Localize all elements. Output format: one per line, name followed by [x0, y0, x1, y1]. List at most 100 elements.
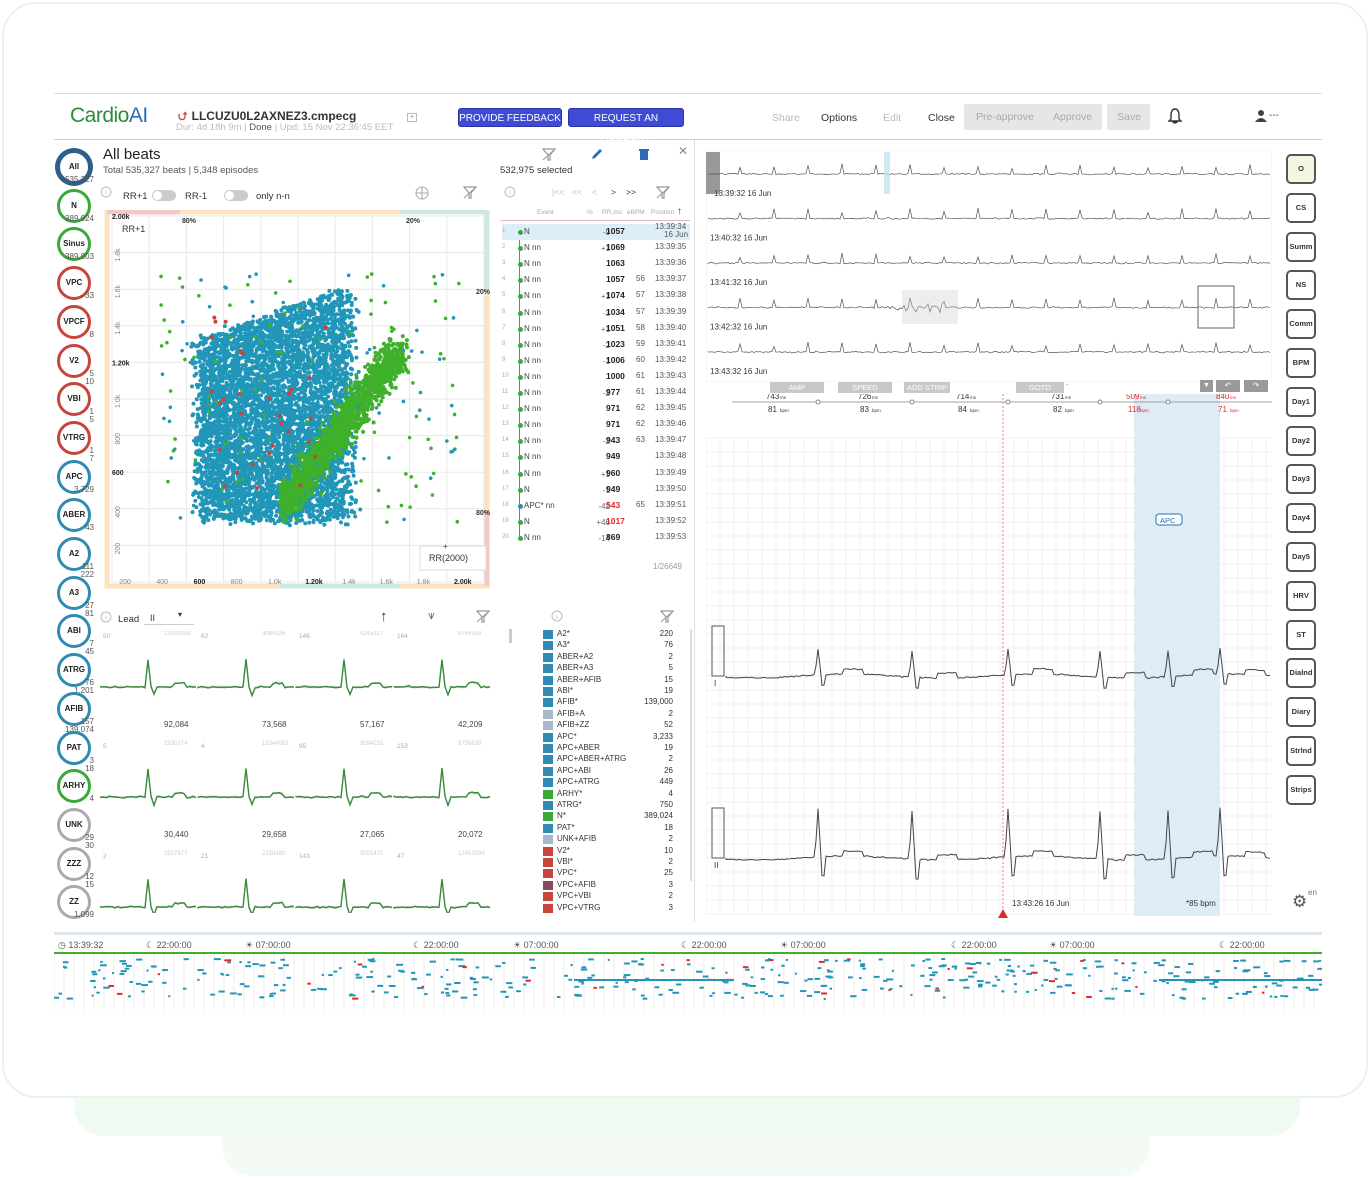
gear-icon[interactable]: ⚙ [1292, 892, 1307, 912]
badge-v2[interactable]: V2 5 10 [57, 343, 94, 386]
bell-icon[interactable] [1168, 108, 1182, 124]
goto-input[interactable]: - [1066, 380, 1069, 389]
pencil-icon[interactable] [590, 147, 604, 161]
ecg-detail-view[interactable]: 743 ms81 bpm726 ms83 bpm714 ms84 bpm731 ms82 bpm… [706, 394, 1272, 922]
badge-atrg[interactable]: ATRG 76 1,201 [57, 653, 94, 695]
event-row[interactable]: 5N nn +1 1074 57 13:39:38 [502, 288, 690, 304]
approve-button[interactable]: Approve [1053, 111, 1092, 123]
event-row[interactable]: 13 N nn 971 62 13:39:46 [502, 417, 690, 433]
side-button-st[interactable]: ST [1286, 619, 1316, 650]
badge-afib[interactable]: AFIB 157 139,074 [57, 691, 94, 734]
nav-next-button[interactable]: > [611, 187, 616, 197]
badge-vbi[interactable]: VBI 1 5 [57, 382, 94, 424]
badge-apc[interactable]: APC 3,729 [57, 459, 94, 494]
side-button-bpm[interactable]: BPM [1286, 348, 1316, 378]
legend-item[interactable]: VPC* 25 [543, 868, 673, 879]
event-row[interactable]: 3 N nn 1063 13:39:36 [502, 256, 690, 272]
legend-item[interactable]: V2* 10 [543, 846, 673, 857]
badge-arhy[interactable]: ARHY 4 [57, 769, 94, 804]
event-row[interactable]: 19 N +46 1017 13:39:52 [502, 514, 690, 530]
badge-vpcf[interactable]: VPCF 8 [57, 304, 94, 339]
legend-item[interactable]: PAT* 18 [543, 823, 673, 834]
share-button[interactable]: Share [772, 112, 800, 124]
filter-off-icon-3[interactable] [656, 186, 670, 199]
badge-n[interactable]: N 389,024 [57, 188, 94, 223]
legend-item[interactable]: VPC+VBI 2 [543, 891, 673, 902]
ecg-overview-strips[interactable]: 13:39:32 16 Jun 13:40:32 16 Jun 13:41:32 1… [706, 150, 1272, 382]
event-row[interactable]: 18 APC* nn -42 543 65 13:39:51 [502, 498, 690, 514]
goto-tab[interactable]: GOTO [1016, 382, 1064, 393]
nav-prev-button[interactable]: < [592, 187, 597, 197]
col-position[interactable]: Position [651, 209, 674, 216]
scrollbar[interactable] [509, 629, 512, 643]
filter-off-icon[interactable] [542, 148, 556, 161]
legend-item[interactable]: AFIB+ZZ 52 [543, 720, 673, 731]
nav-first-button[interactable]: |<< [552, 187, 564, 197]
side-button-strips[interactable]: Strips [1286, 774, 1316, 805]
legend-scrollbar[interactable] [690, 629, 692, 881]
legend-item[interactable]: ABER+A3 5 [543, 663, 673, 674]
event-row[interactable]: 1 N -9 1057 13:39:34 16 Jun [502, 222, 690, 240]
sort-up-icon[interactable]: ↑ [677, 206, 682, 217]
trash-icon[interactable] [638, 147, 650, 161]
filter-off-icon-5[interactable] [660, 610, 674, 623]
legend-item[interactable]: ABER+A2 2 [543, 652, 673, 663]
event-row[interactable]: 12 N nn 971 62 13:39:45 [502, 401, 690, 417]
event-row[interactable]: 16 N nn +1 960 13:39:49 [502, 466, 690, 482]
side-button-comm[interactable]: Comm [1286, 309, 1316, 340]
event-row[interactable]: 7N nn +1 1051 58 13:39:40 [502, 321, 690, 337]
arrow-up-icon[interactable]: ↑ [380, 608, 388, 625]
side-button-dialnd[interactable]: Dialnd [1286, 658, 1316, 689]
filter-off-icon-2[interactable] [463, 186, 477, 199]
side-button-day4[interactable]: Day4 [1286, 503, 1316, 534]
provide-feedback-button[interactable]: PROVIDE FEEDBACK [458, 108, 562, 127]
side-button-day1[interactable]: Day1 [1286, 386, 1316, 417]
side-button-diary[interactable]: Diary [1286, 697, 1316, 728]
user-icon[interactable] [1255, 109, 1267, 122]
badge-aber[interactable]: ABER 43 [57, 498, 94, 533]
filter-off-icon-4[interactable] [476, 610, 490, 623]
legend-item[interactable]: ATRG* 750 [543, 800, 673, 811]
col-pct[interactable]: -% [585, 209, 593, 216]
col-event[interactable]: Event [537, 209, 554, 216]
close-icon[interactable]: ✕ [678, 144, 688, 158]
request-account-button[interactable]: REQUEST AN ACCOUNT [568, 108, 684, 143]
legend-item[interactable]: APC+ABER+ATRG 2 [543, 754, 673, 765]
legend-item[interactable]: ABER+AFIB 15 [543, 675, 673, 686]
legend-item[interactable]: VBI* 2 [543, 857, 673, 868]
side-button-hrv[interactable]: HRV [1286, 580, 1316, 611]
event-row[interactable]: 15 N nn 949 13:39:48 [502, 449, 690, 465]
event-row[interactable]: 2N nn +1 1069 13:39:35 [502, 240, 690, 256]
side-button-day3[interactable]: Day3 [1286, 464, 1316, 495]
side-button-ns[interactable]: NS [1286, 270, 1316, 301]
col-bpm[interactable]: eBPM [627, 209, 645, 216]
merge-icon[interactable]: ⩛ [428, 608, 435, 623]
badge-zz[interactable]: ZZ 1,099 [57, 885, 94, 920]
badge-vpc[interactable]: VPC 33 [57, 266, 94, 301]
legend-item[interactable]: UNK+AFIB 2 [543, 834, 673, 845]
event-row[interactable]: 10 N nn 1000 61 13:39:43 [502, 369, 690, 385]
language-label[interactable]: en [1308, 888, 1317, 897]
dropdown-icon[interactable]: ▼ [1200, 380, 1213, 392]
info-icon-2[interactable]: i [504, 186, 516, 198]
side-button-day5[interactable]: Day5 [1286, 542, 1316, 572]
rr-scatter-plot[interactable]: 2.00k 1.8k 1.6k 1.4k 1.20k 1.0k 800 600 400 200 20… [100, 210, 492, 596]
side-button-o[interactable]: O [1286, 154, 1316, 184]
legend-item[interactable]: AFIB+A 2 [543, 709, 673, 720]
badge-a3[interactable]: A3 27 81 [57, 575, 94, 618]
badge-all[interactable]: All 535,327 [57, 150, 94, 184]
close-button[interactable]: Close [928, 112, 955, 124]
add-strip-tab[interactable]: ADD STRIP [904, 382, 950, 393]
legend-item[interactable]: APC+ABER 19 [543, 743, 673, 754]
event-row[interactable]: 11 N nn -2 977 61 13:39:44 [502, 385, 690, 401]
badge-sinus[interactable]: Sinus 389,803 [57, 227, 94, 262]
badge-unk[interactable]: UNK 29 30 [57, 807, 94, 850]
options-button[interactable]: Options [821, 112, 857, 124]
badge-vtrg[interactable]: VTRG 1 7 [57, 420, 94, 463]
legend-item[interactable]: N* 389,024 [543, 811, 673, 822]
event-row[interactable]: 17 N -1 949 13:39:50 [502, 482, 690, 498]
lead-select[interactable]: II ▾ [144, 608, 194, 625]
badge-pat[interactable]: PAT 3 18 [57, 730, 94, 773]
rr-toggle[interactable] [152, 190, 176, 201]
nav-next2-button[interactable]: >> [626, 187, 636, 197]
